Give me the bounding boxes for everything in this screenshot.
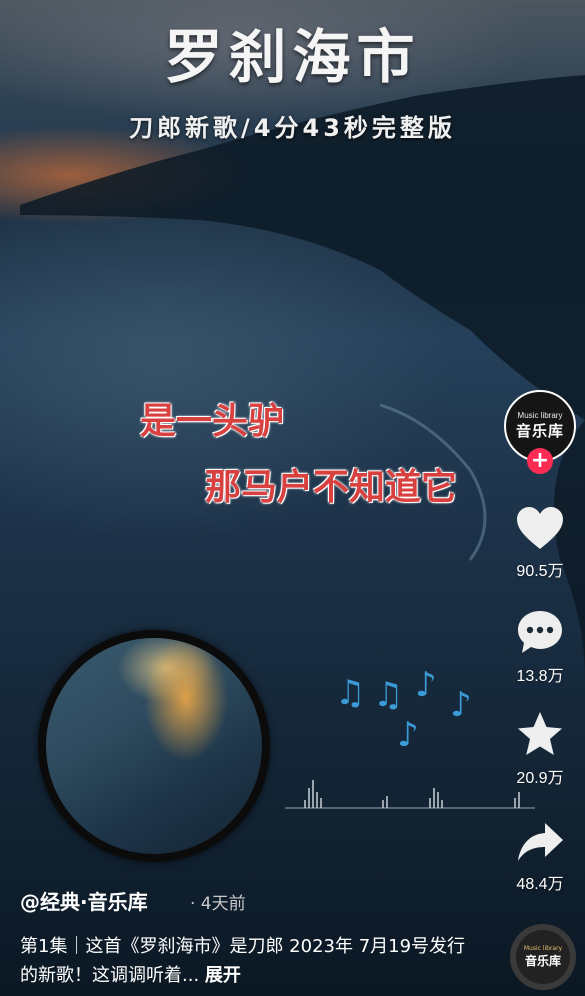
share-count: 48.4万 [516, 876, 564, 893]
music-note-icon: ♫ [373, 675, 404, 715]
comment-button[interactable]: 13.8万 [498, 608, 582, 686]
avatar-big-text: 音乐库 [515, 422, 564, 440]
author-name[interactable]: @经典·音乐库 [20, 886, 148, 915]
comment-bubble-icon [518, 611, 562, 653]
comment-count: 13.8万 [516, 668, 564, 685]
favorite-count: 20.9万 [516, 770, 564, 787]
like-button[interactable]: 90.5万 [498, 505, 582, 581]
music-disc-big-text: 音乐库 [524, 954, 561, 968]
heart-icon [517, 507, 563, 549]
music-disc-small-text: Music library [523, 945, 563, 952]
description-text: 第1集｜这首《罗刹海市》是刀郎 2023年 7月19号发行的新歌！这调调听着..… [20, 936, 466, 986]
music-notes-decoration: ♫ ♫ ♪ ♪ ♪ [335, 663, 485, 763]
album-cover-image [46, 638, 262, 854]
lyric-line-2: 那马户不知道它 [205, 467, 458, 508]
expand-button[interactable]: 展开 [205, 965, 241, 986]
favorite-button[interactable]: 20.9万 [498, 710, 582, 788]
follow-button[interactable]: + [527, 448, 553, 474]
creator-avatar[interactable]: Music library 音乐库 + [504, 390, 576, 474]
avatar-small-text: Music library [517, 411, 563, 420]
lyric-line-1: 是一头驴 [140, 401, 285, 442]
music-note-icon: ♪ [415, 665, 437, 705]
star-icon [518, 712, 562, 755]
post-time: · 4天前 [190, 894, 246, 914]
share-arrow-icon [518, 823, 563, 861]
music-disc-button[interactable]: Music library 音乐库 [510, 924, 576, 990]
like-count: 90.5万 [516, 563, 564, 580]
video-subtitle: 刀郎新歌/4分43秒完整版 [129, 114, 456, 142]
music-note-icon: ♪ [397, 715, 419, 755]
share-button[interactable]: 48.4万 [498, 820, 582, 894]
music-note-icon: ♪ [450, 685, 472, 725]
video-description: 第1集｜这首《罗刹海市》是刀郎 2023年 7月19号发行的新歌！这调调听着..… [20, 932, 480, 990]
music-note-icon: ♫ [335, 673, 366, 713]
album-disc [38, 630, 270, 862]
video-title: 罗刹海市 [164, 23, 421, 91]
